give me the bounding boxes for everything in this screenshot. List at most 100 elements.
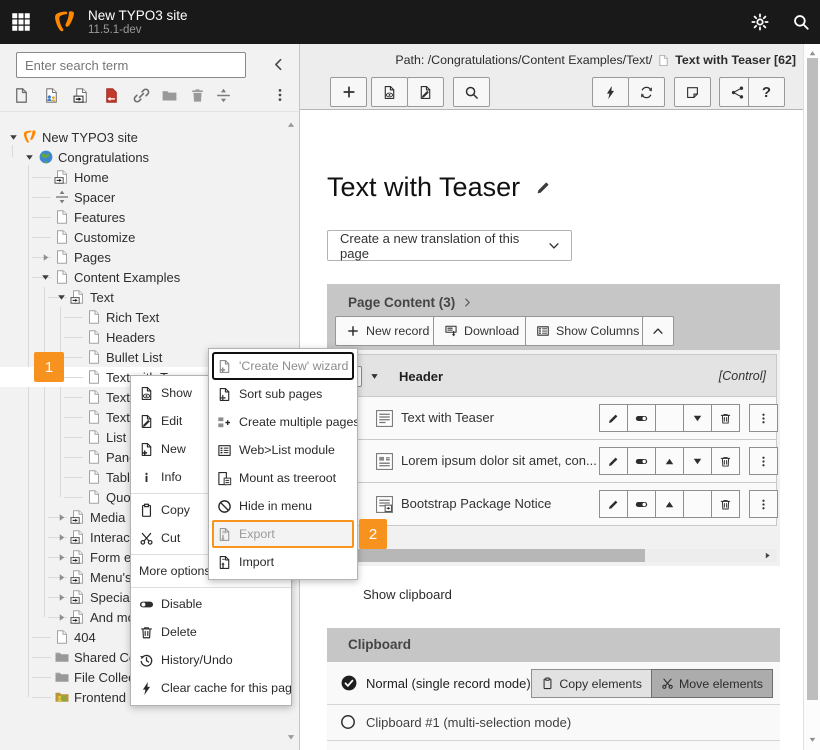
- folder-button[interactable]: [158, 84, 180, 106]
- new-content-button[interactable]: [330, 77, 367, 107]
- search-button[interactable]: [453, 77, 490, 107]
- content-row-label[interactable]: Bootstrap Package Notice: [401, 483, 551, 525]
- spacer-button[interactable]: [212, 84, 234, 106]
- search-icon[interactable]: [792, 13, 810, 31]
- edit-button[interactable]: [599, 404, 628, 432]
- submenu-item-web-list-module[interactable]: Web>List module: [209, 436, 357, 464]
- menu-item-history-undo[interactable]: History/Undo: [131, 646, 291, 674]
- page-owner-button[interactable]: [40, 84, 62, 106]
- expander-closed-icon[interactable]: [54, 587, 68, 607]
- tree-item-rich-text[interactable]: Rich Text: [0, 307, 284, 327]
- expander-closed-icon[interactable]: [54, 567, 68, 587]
- expander-closed-icon[interactable]: [54, 547, 68, 567]
- scroll-right-icon[interactable]: [763, 551, 772, 560]
- tree-item-spacer[interactable]: Spacer: [0, 187, 284, 207]
- tree-item-home[interactable]: Home: [0, 167, 284, 187]
- tree-item-features[interactable]: Features: [0, 207, 284, 227]
- new-page-button[interactable]: [10, 84, 32, 106]
- visibility-toggle-button[interactable]: [627, 490, 656, 518]
- paste-button[interactable]: [100, 84, 122, 106]
- submenu-item-create-new-wizard[interactable]: 'Create New' wizard: [212, 352, 354, 380]
- horizontal-scrollbar-thumb[interactable]: [330, 549, 645, 562]
- new-translation-dropdown[interactable]: Create a new translation of this page: [327, 230, 572, 261]
- clipboard-row-clipboard-1-multi-selection-mode[interactable]: Clipboard #1 (multi-selection mode): [327, 705, 780, 741]
- tree-search-input[interactable]: [16, 52, 246, 78]
- submenu-item-hide-in-menu[interactable]: Hide in menu: [209, 492, 357, 520]
- scroll-up-icon[interactable]: [808, 49, 817, 58]
- submenu-item-label: Mount as treeroot: [239, 471, 336, 485]
- vertical-scrollbar-thumb[interactable]: [807, 58, 818, 700]
- menu-item-disable[interactable]: Disable: [131, 590, 291, 618]
- view-page-button[interactable]: [371, 77, 408, 107]
- tree-item-headers[interactable]: Headers: [0, 327, 284, 347]
- note-button[interactable]: [674, 77, 711, 107]
- expander-closed-icon[interactable]: [54, 507, 68, 527]
- expander-closed-icon[interactable]: [38, 247, 52, 267]
- delete-button[interactable]: [711, 447, 740, 475]
- expander-open-icon[interactable]: [6, 127, 20, 147]
- caret-down-icon[interactable]: [369, 371, 380, 382]
- submenu-item-sort-sub-pages[interactable]: Sort sub pages: [209, 380, 357, 408]
- tree-item-text[interactable]: Text: [0, 287, 284, 307]
- delete-button[interactable]: [186, 84, 208, 106]
- move-down-button[interactable]: [683, 404, 712, 432]
- edit-page-button[interactable]: [407, 77, 444, 107]
- submenu-item-export[interactable]: Export: [212, 520, 354, 548]
- download-button[interactable]: Download: [433, 316, 530, 346]
- menu-item-clear-cache-for-this-page[interactable]: Clear cache for this page: [131, 674, 291, 702]
- move-up-button[interactable]: [655, 490, 684, 518]
- move-elements-button[interactable]: Move elements: [651, 669, 773, 698]
- delete-button[interactable]: [711, 404, 740, 432]
- collapse-sidebar-icon[interactable]: [270, 56, 287, 73]
- move-down-button[interactable]: [683, 447, 712, 475]
- tree-item-new-typo3-site[interactable]: New TYPO3 site: [0, 127, 284, 147]
- content-row-label[interactable]: Lorem ipsum dolor sit amet, con...: [401, 440, 597, 482]
- expander-closed-icon[interactable]: [54, 527, 68, 547]
- edit-button[interactable]: [599, 490, 628, 518]
- modules-grid-icon[interactable]: [11, 12, 31, 32]
- tree-scroll-down-icon[interactable]: [286, 732, 296, 742]
- collapse-panel-button[interactable]: [642, 316, 674, 346]
- clipboard-row-clipboard-2-multi-selection-mode[interactable]: Clipboard #2 (multi-selection mode): [327, 741, 780, 750]
- more-options-button[interactable]: [749, 490, 778, 518]
- edit-button[interactable]: [599, 447, 628, 475]
- tree-item-pages[interactable]: Pages: [0, 247, 284, 267]
- more-options-button[interactable]: [749, 404, 778, 432]
- more-options-button[interactable]: [749, 447, 778, 475]
- submenu-item-import[interactable]: Import: [209, 548, 357, 576]
- show-clipboard-link[interactable]: Show clipboard: [363, 587, 452, 602]
- delete-button[interactable]: [711, 490, 740, 518]
- expander-closed-icon[interactable]: [54, 607, 68, 627]
- help-button[interactable]: ?: [748, 77, 785, 107]
- submenu-item-create-multiple-pages[interactable]: Create multiple pages: [209, 408, 357, 436]
- move-up-button[interactable]: [655, 447, 684, 475]
- expander-open-icon[interactable]: [54, 287, 68, 307]
- submenu-item-mount-as-treeroot[interactable]: Mount as treeroot: [209, 464, 357, 492]
- page-content-title-link[interactable]: Page Content (3): [348, 295, 473, 310]
- move-page-button[interactable]: [70, 84, 92, 106]
- menu-item-delete[interactable]: Delete: [131, 618, 291, 646]
- clipboard-row-normal-single-record-mode[interactable]: Normal (single record mode)Copy elements…: [327, 662, 780, 705]
- refresh-button[interactable]: [628, 77, 665, 107]
- tree-item-content-examples[interactable]: Content Examples: [0, 267, 284, 287]
- scroll-down-icon[interactable]: [808, 735, 817, 744]
- visibility-toggle-button[interactable]: [627, 447, 656, 475]
- clear-cache-button[interactable]: [592, 77, 629, 107]
- tree-item-customize[interactable]: Customize: [0, 227, 284, 247]
- link-button[interactable]: [130, 84, 152, 106]
- tree-scroll-up-icon[interactable]: [286, 120, 296, 130]
- horizontal-scrollbar[interactable]: [330, 549, 777, 562]
- show-columns-button[interactable]: Show Columns: [525, 316, 650, 346]
- expander-open-icon[interactable]: [22, 147, 36, 167]
- gear-icon[interactable]: [751, 13, 769, 31]
- vertical-scrollbar[interactable]: [803, 44, 820, 750]
- expander-open-icon[interactable]: [38, 267, 52, 287]
- content-row-label[interactable]: Text with Teaser: [401, 397, 494, 439]
- breadcrumb: Path: /Congratulations/Content Examples/…: [395, 53, 796, 67]
- new-record-button[interactable]: New record: [335, 316, 440, 346]
- edit-title-icon[interactable]: [535, 179, 552, 196]
- more-vertical-icon[interactable]: [270, 84, 290, 106]
- copy-elements-button[interactable]: Copy elements: [531, 669, 652, 698]
- tree-item-congratulations[interactable]: Congratulations: [0, 147, 284, 167]
- visibility-toggle-button[interactable]: [627, 404, 656, 432]
